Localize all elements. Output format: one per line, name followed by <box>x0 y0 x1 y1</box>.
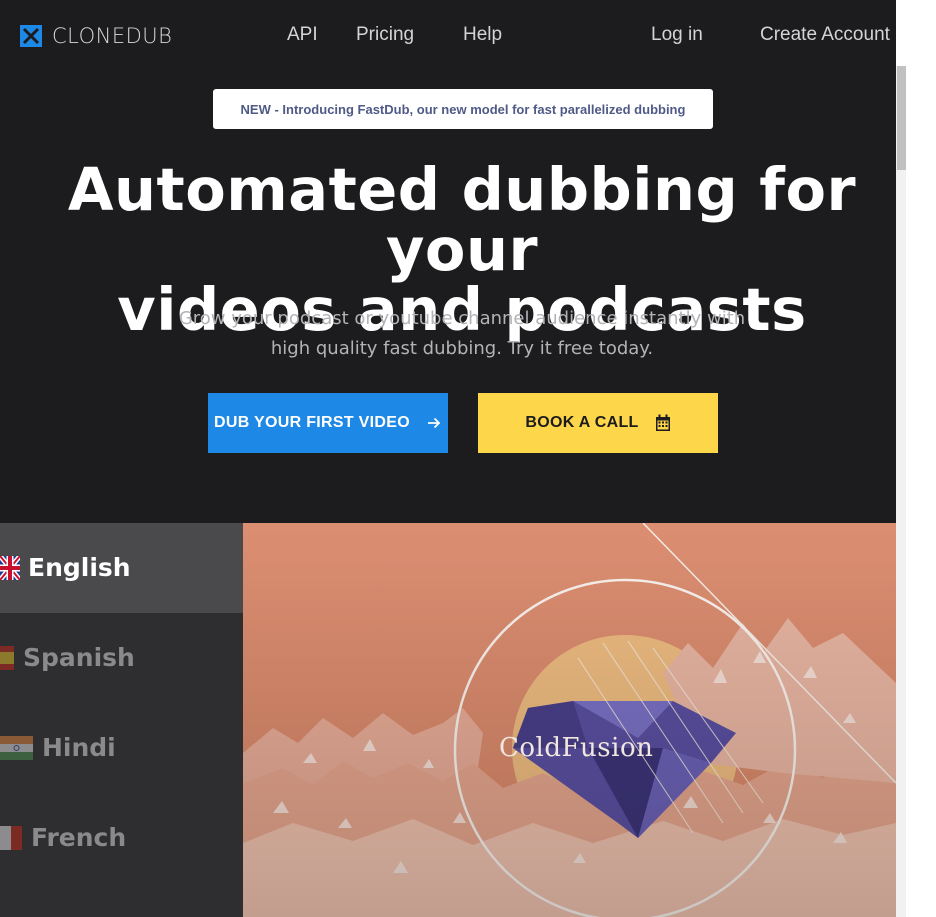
hero-headline-line1: Automated dubbing for your <box>67 155 857 284</box>
page: CLONEDUB API Pricing Help Log in Create … <box>0 0 896 917</box>
dub-first-video-label: DUB YOUR FIRST VIDEO <box>214 414 410 431</box>
logo-mark-icon <box>20 25 42 47</box>
calendar-icon <box>655 414 671 432</box>
arrow-right-icon <box>426 415 442 431</box>
nav-link-pricing[interactable]: Pricing <box>356 24 414 46</box>
nav-link-api[interactable]: API <box>287 24 318 46</box>
language-option-french[interactable]: French <box>0 793 243 883</box>
language-option-spanish[interactable]: Spanish <box>0 613 243 703</box>
video-title-overlay: ColdFusion <box>499 733 654 763</box>
spain-flag-icon <box>0 646 14 670</box>
language-label: French <box>31 823 127 852</box>
language-selector: English Spanish Hindi French <box>0 523 243 917</box>
language-option-hindi[interactable]: Hindi <box>0 703 243 793</box>
page-scrollbar-track[interactable] <box>896 66 906 917</box>
language-option-english[interactable]: English <box>0 523 243 613</box>
hero-subtext: Grow your podcast or youtube channel aud… <box>0 304 896 364</box>
france-flag-icon <box>0 826 22 850</box>
top-navbar: CLONEDUB API Pricing Help Log in Create … <box>0 0 896 66</box>
hero-subtext-line1: Grow your podcast or youtube channel aud… <box>178 308 746 329</box>
hero-subtext-line2: high quality fast dubbing. Try it free t… <box>270 338 654 359</box>
video-preview[interactable]: ColdFusion <box>243 523 896 917</box>
dub-first-video-button[interactable]: DUB YOUR FIRST VIDEO <box>208 393 448 453</box>
india-flag-icon <box>0 736 33 760</box>
uk-flag-icon <box>0 556 20 580</box>
language-label: Hindi <box>42 733 116 762</box>
video-thumbnail-image <box>243 523 896 917</box>
brand-name: CLONEDUB <box>52 24 173 48</box>
book-a-call-button[interactable]: BOOK A CALL <box>478 393 718 453</box>
announcement-banner[interactable]: NEW - Introducing FastDub, our new model… <box>213 89 713 129</box>
login-link[interactable]: Log in <box>651 24 703 46</box>
create-account-link[interactable]: Create Account <box>760 24 890 46</box>
page-scrollbar-thumb[interactable] <box>897 66 906 170</box>
language-label: English <box>28 553 131 582</box>
nav-link-help[interactable]: Help <box>463 24 502 46</box>
brand-logo[interactable]: CLONEDUB <box>20 24 172 48</box>
language-label: Spanish <box>23 643 135 672</box>
book-a-call-label: BOOK A CALL <box>525 414 639 431</box>
